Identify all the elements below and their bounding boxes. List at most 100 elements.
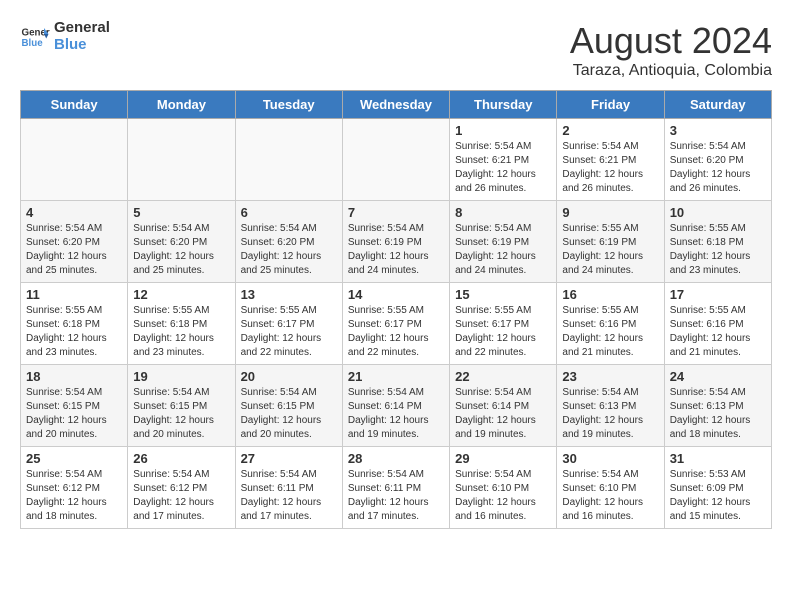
weekday-header-row: SundayMondayTuesdayWednesdayThursdayFrid…: [21, 91, 772, 119]
calendar-cell: 14 Sunrise: 5:55 AM Sunset: 6:17 PM Dayli…: [342, 283, 449, 365]
calendar-cell: 18 Sunrise: 5:54 AM Sunset: 6:15 PM Dayli…: [21, 365, 128, 447]
calendar-cell: 19 Sunrise: 5:54 AM Sunset: 6:15 PM Dayli…: [128, 365, 235, 447]
day-number: 25: [26, 451, 122, 466]
day-number: 3: [670, 123, 766, 138]
calendar-cell: 26 Sunrise: 5:54 AM Sunset: 6:12 PM Dayli…: [128, 447, 235, 529]
day-number: 23: [562, 369, 658, 384]
calendar-week-3: 11 Sunrise: 5:55 AM Sunset: 6:18 PM Dayli…: [21, 283, 772, 365]
calendar-cell: [342, 119, 449, 201]
day-number: 15: [455, 287, 551, 302]
day-number: 10: [670, 205, 766, 220]
calendar-cell: 24Sunrise: 5:54 AM Sunset: 6:13 PM Dayli…: [664, 365, 771, 447]
day-info: Sunrise: 5:55 AM Sunset: 6:17 PM Dayligh…: [241, 304, 337, 360]
calendar-cell: 29 Sunrise: 5:54 AM Sunset: 6:10 PM Dayli…: [450, 447, 557, 529]
day-info: Sunrise: 5:55 AM Sunset: 6:18 PM Dayligh…: [26, 304, 122, 360]
day-number: 17: [670, 287, 766, 302]
weekday-header-monday: Monday: [128, 91, 235, 119]
logo-line2: Blue: [54, 37, 110, 54]
calendar-cell: 6 Sunrise: 5:54 AM Sunset: 6:20 PM Daylig…: [235, 201, 342, 283]
calendar-cell: 22Sunrise: 5:54 AM Sunset: 6:14 PM Dayli…: [450, 365, 557, 447]
day-info: Sunrise: 5:54 AM Sunset: 6:15 PM Dayligh…: [133, 386, 229, 442]
calendar-cell: 4Sunrise: 5:54 AM Sunset: 6:20 PM Daylig…: [21, 201, 128, 283]
calendar-cell: 30Sunrise: 5:54 AM Sunset: 6:10 PM Dayli…: [557, 447, 664, 529]
calendar-cell: [235, 119, 342, 201]
calendar-cell: [21, 119, 128, 201]
calendar-cell: 3 Sunrise: 5:54 AM Sunset: 6:20 PM Daylig…: [664, 119, 771, 201]
calendar-cell: 5 Sunrise: 5:54 AM Sunset: 6:20 PM Daylig…: [128, 201, 235, 283]
day-number: 26: [133, 451, 229, 466]
day-number: 2: [562, 123, 658, 138]
calendar-cell: 9 Sunrise: 5:55 AM Sunset: 6:19 PM Daylig…: [557, 201, 664, 283]
day-number: 20: [241, 369, 337, 384]
day-info: Sunrise: 5:54 AM Sunset: 6:14 PM Dayligh…: [348, 386, 444, 442]
logo-line1: General: [54, 20, 110, 37]
day-info: Sunrise: 5:54 AM Sunset: 6:10 PM Dayligh…: [455, 468, 551, 524]
day-number: 19: [133, 369, 229, 384]
calendar-week-1: 1Sunrise: 5:54 AM Sunset: 6:21 PM Daylig…: [21, 119, 772, 201]
calendar-cell: 12 Sunrise: 5:55 AM Sunset: 6:18 PM Dayli…: [128, 283, 235, 365]
day-info: Sunrise: 5:54 AM Sunset: 6:19 PM Dayligh…: [455, 222, 551, 278]
day-info: Sunrise: 5:54 AM Sunset: 6:20 PM Dayligh…: [241, 222, 337, 278]
calendar-cell: 25Sunrise: 5:54 AM Sunset: 6:12 PM Dayli…: [21, 447, 128, 529]
day-number: 12: [133, 287, 229, 302]
day-number: 21: [348, 369, 444, 384]
calendar-cell: 17 Sunrise: 5:55 AM Sunset: 6:16 PM Dayli…: [664, 283, 771, 365]
weekday-header-tuesday: Tuesday: [235, 91, 342, 119]
calendar-week-5: 25 Sunrise: 5:54 AM Sunset: 6:12 PM Dayli…: [21, 447, 772, 529]
day-info: Sunrise: 5:55 AM Sunset: 6:18 PM Dayligh…: [133, 304, 229, 360]
weekday-header-saturday: Saturday: [664, 91, 771, 119]
day-number: 6: [241, 205, 337, 220]
day-info: Sunrise: 5:54 AM Sunset: 6:20 PM Dayligh…: [670, 140, 766, 196]
day-number: 4: [26, 205, 122, 220]
day-number: 22: [455, 369, 551, 384]
day-number: 11: [26, 287, 122, 302]
day-number: 31: [670, 451, 766, 466]
svg-text:Blue: Blue: [22, 38, 44, 49]
calendar-cell: 23 Sunrise: 5:54 AM Sunset: 6:13 PM Dayli…: [557, 365, 664, 447]
day-number: 28: [348, 451, 444, 466]
weekday-header-thursday: Thursday: [450, 91, 557, 119]
day-number: 9: [562, 205, 658, 220]
calendar-subtitle: Taraza, Antioquia, Colombia: [570, 62, 772, 80]
page-header: General Blue General Blue August 2024 Ta…: [20, 20, 772, 80]
day-number: 5: [133, 205, 229, 220]
day-number: 14: [348, 287, 444, 302]
calendar-week-4: 18 Sunrise: 5:54 AM Sunset: 6:15 PM Dayli…: [21, 365, 772, 447]
calendar-cell: 20 Sunrise: 5:54 AM Sunset: 6:15 PM Dayli…: [235, 365, 342, 447]
title-area: August 2024 Taraza, Antioquia, Colombia: [570, 20, 772, 80]
weekday-header-sunday: Sunday: [21, 91, 128, 119]
day-info: Sunrise: 5:55 AM Sunset: 6:17 PM Dayligh…: [348, 304, 444, 360]
day-number: 18: [26, 369, 122, 384]
day-info: Sunrise: 5:54 AM Sunset: 6:11 PM Dayligh…: [348, 468, 444, 524]
calendar-cell: 21 Sunrise: 5:54 AM Sunset: 6:14 PM Dayli…: [342, 365, 449, 447]
day-info: Sunrise: 5:54 AM Sunset: 6:21 PM Dayligh…: [455, 140, 551, 196]
day-info: Sunrise: 5:54 AM Sunset: 6:13 PM Dayligh…: [562, 386, 658, 442]
day-number: 8: [455, 205, 551, 220]
day-info: Sunrise: 5:54 AM Sunset: 6:10 PM Dayligh…: [562, 468, 658, 524]
day-info: Sunrise: 5:54 AM Sunset: 6:21 PM Dayligh…: [562, 140, 658, 196]
day-info: Sunrise: 5:54 AM Sunset: 6:13 PM Dayligh…: [670, 386, 766, 442]
calendar-cell: 31Sunrise: 5:53 AM Sunset: 6:09 PM Dayli…: [664, 447, 771, 529]
day-number: 29: [455, 451, 551, 466]
logo: General Blue General Blue: [20, 20, 110, 53]
weekday-header-friday: Friday: [557, 91, 664, 119]
calendar-cell: 13 Sunrise: 5:55 AM Sunset: 6:17 PM Dayli…: [235, 283, 342, 365]
calendar-cell: 10Sunrise: 5:55 AM Sunset: 6:18 PM Dayli…: [664, 201, 771, 283]
calendar-cell: 11 Sunrise: 5:55 AM Sunset: 6:18 PM Dayli…: [21, 283, 128, 365]
day-info: Sunrise: 5:55 AM Sunset: 6:17 PM Dayligh…: [455, 304, 551, 360]
day-info: Sunrise: 5:54 AM Sunset: 6:15 PM Dayligh…: [26, 386, 122, 442]
calendar-cell: 15 Sunrise: 5:55 AM Sunset: 6:17 PM Dayli…: [450, 283, 557, 365]
day-number: 13: [241, 287, 337, 302]
calendar-cell: 16Sunrise: 5:55 AM Sunset: 6:16 PM Dayli…: [557, 283, 664, 365]
day-info: Sunrise: 5:55 AM Sunset: 6:16 PM Dayligh…: [670, 304, 766, 360]
day-info: Sunrise: 5:54 AM Sunset: 6:15 PM Dayligh…: [241, 386, 337, 442]
day-info: Sunrise: 5:54 AM Sunset: 6:20 PM Dayligh…: [133, 222, 229, 278]
day-info: Sunrise: 5:54 AM Sunset: 6:11 PM Dayligh…: [241, 468, 337, 524]
calendar-cell: 1Sunrise: 5:54 AM Sunset: 6:21 PM Daylig…: [450, 119, 557, 201]
day-info: Sunrise: 5:54 AM Sunset: 6:19 PM Dayligh…: [348, 222, 444, 278]
day-info: Sunrise: 5:55 AM Sunset: 6:19 PM Dayligh…: [562, 222, 658, 278]
day-info: Sunrise: 5:54 AM Sunset: 6:12 PM Dayligh…: [133, 468, 229, 524]
day-number: 7: [348, 205, 444, 220]
calendar-cell: 2 Sunrise: 5:54 AM Sunset: 6:21 PM Daylig…: [557, 119, 664, 201]
calendar-cell: 27Sunrise: 5:54 AM Sunset: 6:11 PM Dayli…: [235, 447, 342, 529]
